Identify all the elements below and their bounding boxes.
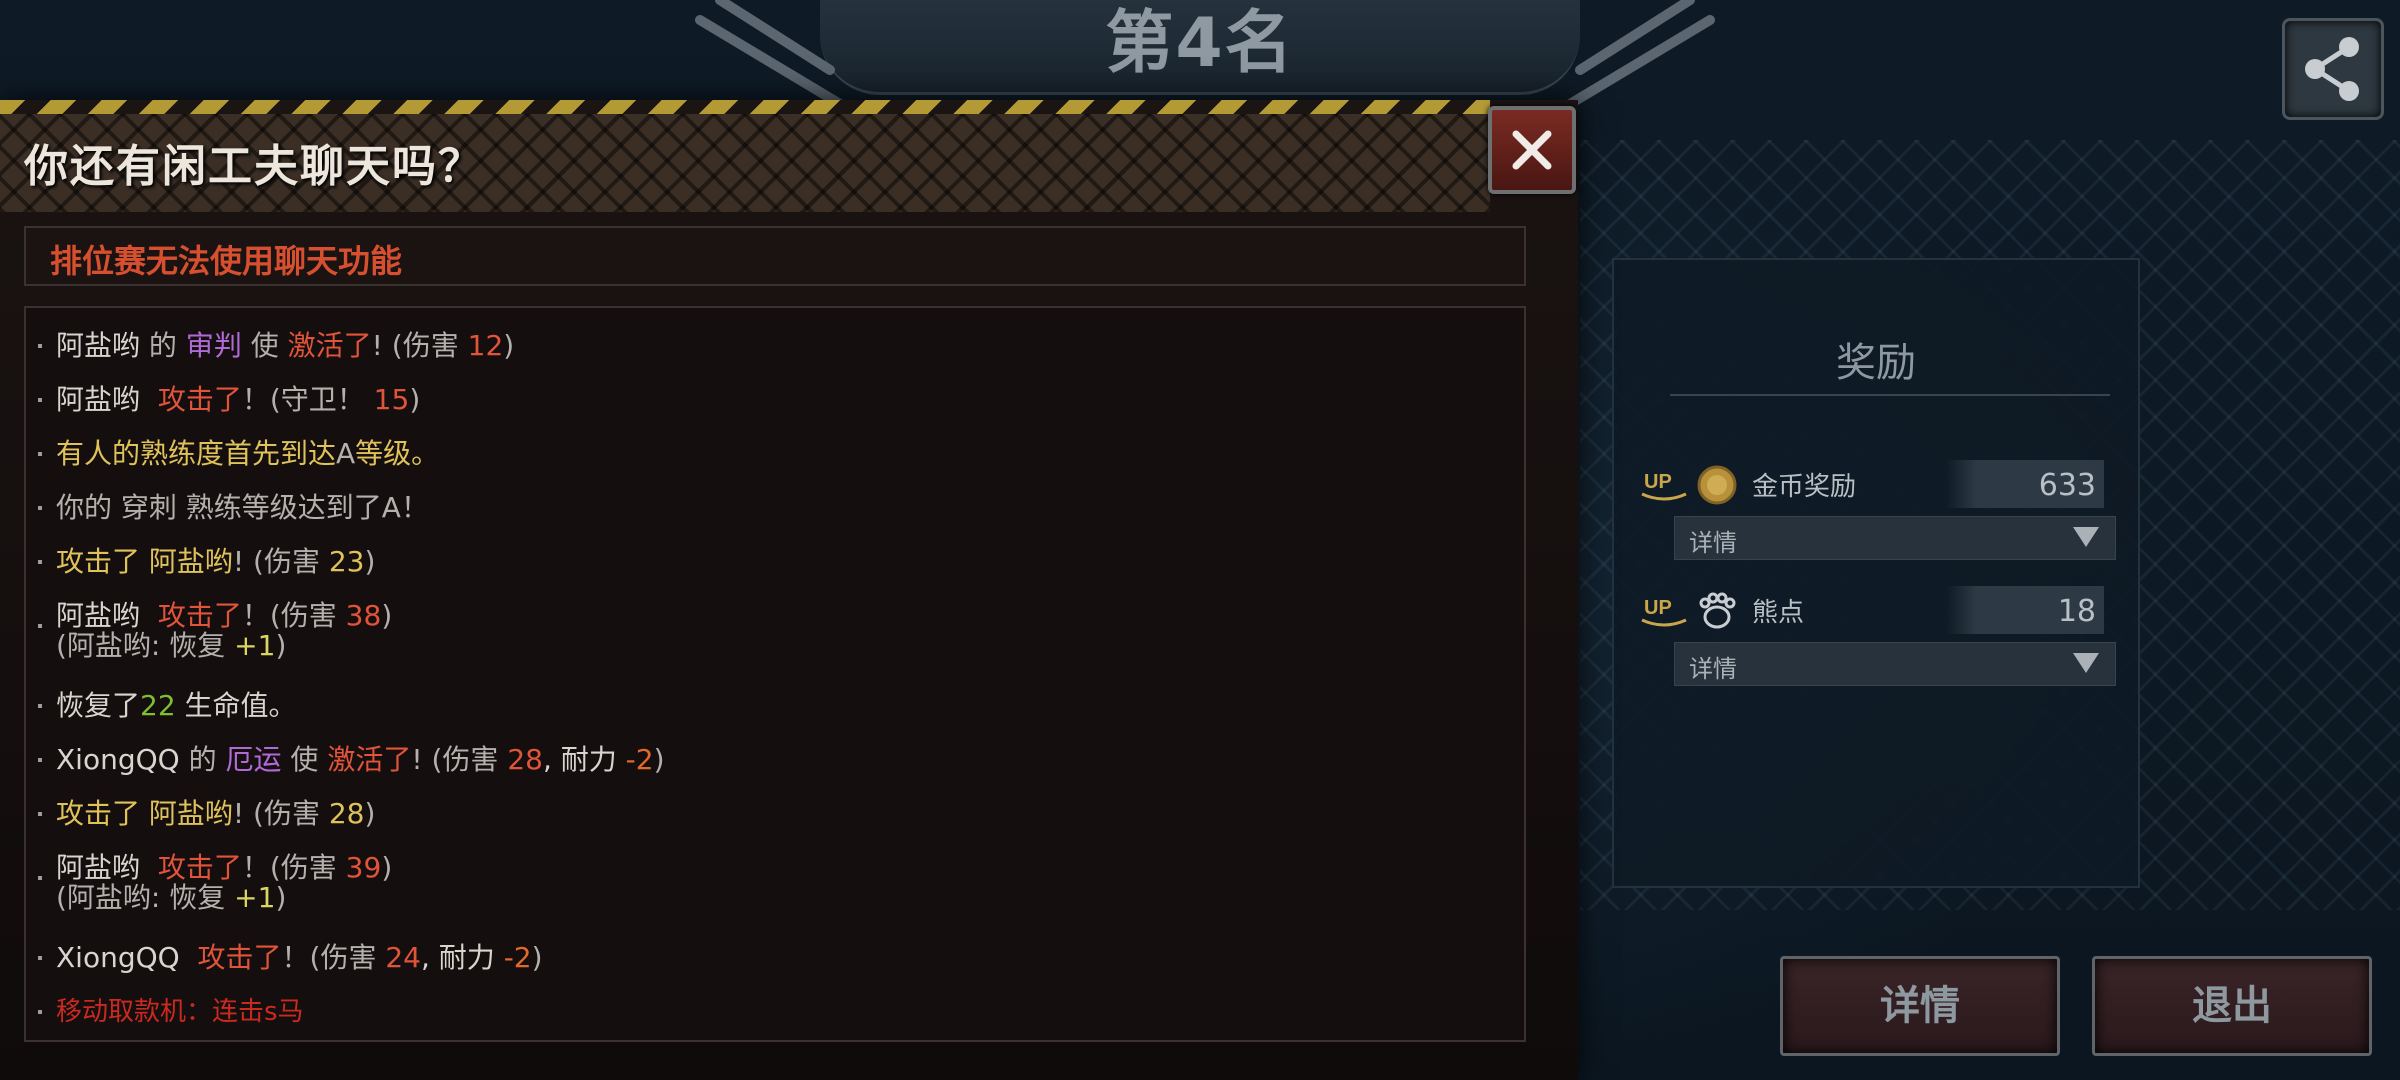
log-item: 你的 穿刺 熟练等级达到了A！ [38,492,429,524]
bear-points-label: 熊点 [1752,598,1805,628]
svg-text:UP: UP [1644,471,1672,493]
gold-coin-icon [1697,465,1737,505]
gold-reward-value: 633 [1946,460,2104,508]
bullet [38,704,42,708]
bear-detail-label: 详情 [1689,655,1737,683]
svg-text:UP: UP [1644,597,1672,619]
log-item: 阿盐哟 攻击了！(伤害 39) (阿盐哟: 恢复 +1) [38,852,392,914]
chat-dialog: 你还有闲工夫聊天吗？ 排位赛无法使用聊天功能 阿盐哟 的 审判 使 激活了! (… [0,100,1578,1080]
bullet [38,812,42,816]
reward-panel: 奖励 UP 金币奖励 633 详情 UP 熊点 18 详情 [1612,258,2140,888]
log-item: 阿盐哟 的 审判 使 激活了! (伤害 12) [38,330,514,362]
log-item: 阿盐哟 攻击了！(守卫！ 15) [38,384,420,416]
notice-bar: 排位赛无法使用聊天功能 [24,226,1526,286]
bullet [38,452,42,456]
bullet [38,344,42,348]
log-item: XiongQQ 的 厄运 使 激活了! (伤害 28, 耐力 -2) [38,744,665,776]
log-item: 攻击了 阿盐哟! (伤害 28) [38,798,375,830]
reward-row-bear: UP 熊点 18 [1624,582,2138,642]
log-sub-line: (阿盐哟: 恢复 +1) [56,629,287,662]
bullet [38,560,42,564]
chevron-down-icon [2073,653,2099,673]
reward-divider [1670,394,2110,396]
bear-points-value: 18 [1946,586,2104,634]
gold-detail-label: 详情 [1689,529,1737,557]
log-item: 阿盐哟 攻击了！(伤害 38) (阿盐哟: 恢复 +1) [38,600,392,662]
log-sub-line: (阿盐哟: 恢复 +1) [56,881,287,914]
log-item: 移动取款机：连击s马 [38,996,304,1028]
log-item: 有人的熟练度首先到达A等级。 [38,438,439,470]
gold-reward-label: 金币奖励 [1752,472,1857,502]
bullet [38,398,42,402]
log-item: 恢复了22 生命值。 [38,690,297,722]
hazard-stripe [0,100,1490,114]
log-item: XiongQQ 攻击了！(伤害 24, 耐力 -2) [38,942,543,974]
up-badge-icon: UP [1641,471,1687,501]
rank-title: 第4名 [1105,4,1295,83]
up-badge-icon: UP [1641,597,1687,627]
reward-title: 奖励 [1836,340,1916,386]
bullet [38,758,42,762]
exit-button[interactable]: 退出 [2092,956,2372,1056]
bullet [38,1010,42,1014]
gold-detail-dropdown[interactable]: 详情 [1674,516,2116,560]
dialog-title: 你还有闲工夫聊天吗？ [24,141,484,192]
share-icon [2305,37,2359,101]
battle-log[interactable]: 阿盐哟 的 审判 使 激活了! (伤害 12) 阿盐哟 攻击了！(守卫！ 15)… [24,306,1526,1042]
dialog-header: 你还有闲工夫聊天吗？ [0,114,1490,212]
bullet [38,506,42,510]
bullet [38,956,42,960]
bear-paw-icon [1699,592,1736,629]
close-button[interactable] [1488,106,1576,194]
chevron-down-icon [2073,527,2099,547]
share-button[interactable] [2282,18,2384,120]
bullet [38,624,42,628]
reward-row-gold: UP 金币奖励 633 [1624,456,2138,516]
log-item: 攻击了 阿盐哟! (伤害 23) [38,546,375,578]
notice-text: 排位赛无法使用聊天功能 [50,242,403,280]
close-icon [1512,130,1552,170]
bear-detail-dropdown[interactable]: 详情 [1674,642,2116,686]
detail-button[interactable]: 详情 [1780,956,2060,1056]
bullet [38,876,42,880]
